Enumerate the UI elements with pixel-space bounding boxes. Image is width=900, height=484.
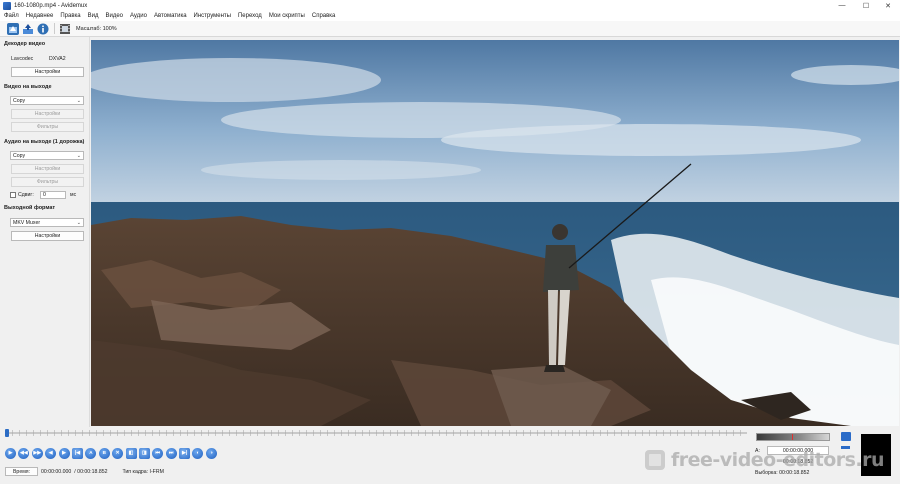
audio-filters-button[interactable]: Фильтры — [11, 177, 84, 187]
goto-end-button[interactable]: ⏭ — [165, 447, 177, 459]
output-format-section-title: Выходной формат — [4, 205, 56, 211]
meter-marker — [792, 434, 793, 440]
audio-shift-checkbox[interactable] — [10, 192, 16, 198]
watermark-text: free-video-editors.ru — [671, 449, 885, 471]
decoder-value: DXVA2 — [49, 56, 66, 62]
volume-icon[interactable] — [841, 432, 851, 441]
toolbar: Масштаб: 100% — [0, 21, 900, 37]
chevron-down-icon: ⌄ — [76, 220, 81, 226]
menu-video[interactable]: Видео — [105, 13, 123, 19]
reset-markers-button[interactable]: ✕ — [112, 447, 124, 459]
audio-settings-button[interactable]: Настройки — [11, 164, 84, 174]
save-video-icon[interactable] — [22, 23, 34, 35]
set-marker-a-button[interactable]: A — [85, 447, 97, 459]
prev-black-button[interactable]: ◐ — [192, 447, 204, 459]
muxer-value: MKV Muxer — [13, 219, 41, 226]
menu-file[interactable]: Файл — [4, 13, 19, 19]
next-intra-button[interactable]: ▶| — [179, 447, 191, 459]
video-frame-image — [91, 40, 899, 426]
chevron-down-icon: ⌄ — [76, 98, 81, 104]
menu-auto[interactable]: Автоматика — [154, 13, 187, 19]
video-codec-value: Copy — [13, 97, 26, 104]
prev-intra-button[interactable]: |◀ — [71, 447, 83, 459]
avidemux-app-icon — [3, 1, 11, 10]
menu-recent[interactable]: Недавнее — [26, 13, 54, 19]
info-icon[interactable] — [37, 23, 49, 35]
audio-level-meter — [756, 433, 830, 441]
audio-shift-unit: мс — [70, 192, 77, 198]
goto-start-button[interactable]: ⏮ — [152, 447, 164, 459]
timeline-ticks — [5, 430, 747, 436]
chevron-down-icon: ⌄ — [76, 153, 81, 159]
rewind-button[interactable]: ◀◀ — [18, 447, 30, 459]
decoder-section-title: Декодер видео — [4, 41, 46, 47]
muxer-select[interactable]: MKV Muxer ⌄ — [10, 218, 84, 227]
audio-output-section-title: Аудио на выходе (1 дорожка) — [4, 139, 85, 145]
set-marker-b-button[interactable]: B — [98, 447, 110, 459]
zoom-label: Масштаб: 100% — [76, 25, 117, 32]
fast-forward-button[interactable]: ▶▶ — [31, 447, 43, 459]
muxer-settings-button[interactable]: Настройки — [11, 231, 84, 241]
frame-type: Тип кадра: I-FRM — [122, 468, 164, 475]
audio-codec-value: Copy — [13, 152, 26, 159]
menu-edit[interactable]: Правка — [60, 13, 80, 19]
status-row: Время: 00:00:00.000 / 00:00:18.852 Тип к… — [5, 467, 167, 476]
video-preview — [91, 40, 899, 426]
menu-go[interactable]: Переход — [238, 13, 262, 19]
minimize-button[interactable]: — — [830, 0, 854, 11]
audio-shift-input[interactable]: 0 — [40, 191, 66, 199]
window-title: 160-1080p.mp4 - Avidemux — [14, 2, 88, 9]
next-frame-button[interactable]: ▶ — [58, 447, 70, 459]
video-codec-select[interactable]: Copy ⌄ — [10, 96, 84, 105]
video-output-section-title: Видео на выходе — [4, 84, 52, 90]
playback-controls: ▶ ◀◀ ▶▶ ◀ ▶ |◀ A B ✕ ◧ ◨ ⏮ ⏭ ▶| ◐ ◑ — [5, 447, 219, 459]
marker-b-label: B — [102, 449, 106, 455]
maximize-button[interactable]: ☐ — [854, 0, 878, 11]
menu-help[interactable]: Справка — [312, 13, 336, 19]
timeline-slider[interactable] — [5, 429, 747, 437]
video-filters-button[interactable]: Фильтры — [11, 122, 84, 132]
goto-marker-b-button[interactable]: ◨ — [138, 447, 150, 459]
left-settings-panel: Декодер видео Lavcodec DXVA2 Настройки В… — [0, 37, 90, 427]
video-settings-button[interactable]: Настройки — [11, 109, 84, 119]
next-black-button[interactable]: ◑ — [205, 447, 217, 459]
current-time[interactable]: 00:00:00.000 — [41, 469, 71, 475]
menu-audio[interactable]: Аудио — [130, 13, 147, 19]
menu-custom-scripts[interactable]: Мои скрипты — [269, 13, 305, 19]
open-video-icon[interactable] — [7, 22, 19, 35]
total-time: / 00:00:18.852 — [74, 468, 108, 475]
menu-tools[interactable]: Инструменты — [194, 13, 231, 19]
watermark: free-video-editors.ru — [645, 449, 885, 471]
calculator-icon[interactable] — [59, 23, 71, 35]
menu-view[interactable]: Вид — [88, 13, 99, 19]
prev-frame-button[interactable]: ◀ — [45, 447, 57, 459]
play-button[interactable]: ▶ — [5, 447, 16, 459]
timeline-handle[interactable] — [5, 429, 9, 437]
goto-marker-a-button[interactable]: ◧ — [125, 447, 137, 459]
audio-codec-select[interactable]: Copy ⌄ — [10, 151, 84, 160]
time-button[interactable]: Время: — [5, 467, 38, 476]
title-bar: 160-1080p.mp4 - Avidemux — ☐ ✕ — [0, 0, 900, 11]
watermark-logo-icon — [645, 450, 665, 470]
audio-shift-label: Сдвиг: — [18, 192, 34, 198]
close-button[interactable]: ✕ — [876, 0, 900, 11]
decoder-key: Lavcodec — [11, 56, 34, 62]
toolbar-separator — [54, 23, 55, 34]
marker-a-label: A — [89, 449, 93, 455]
menu-bar: Файл Недавнее Правка Вид Видео Аудио Авт… — [0, 11, 900, 21]
decoder-settings-button[interactable]: Настройки — [11, 67, 84, 77]
